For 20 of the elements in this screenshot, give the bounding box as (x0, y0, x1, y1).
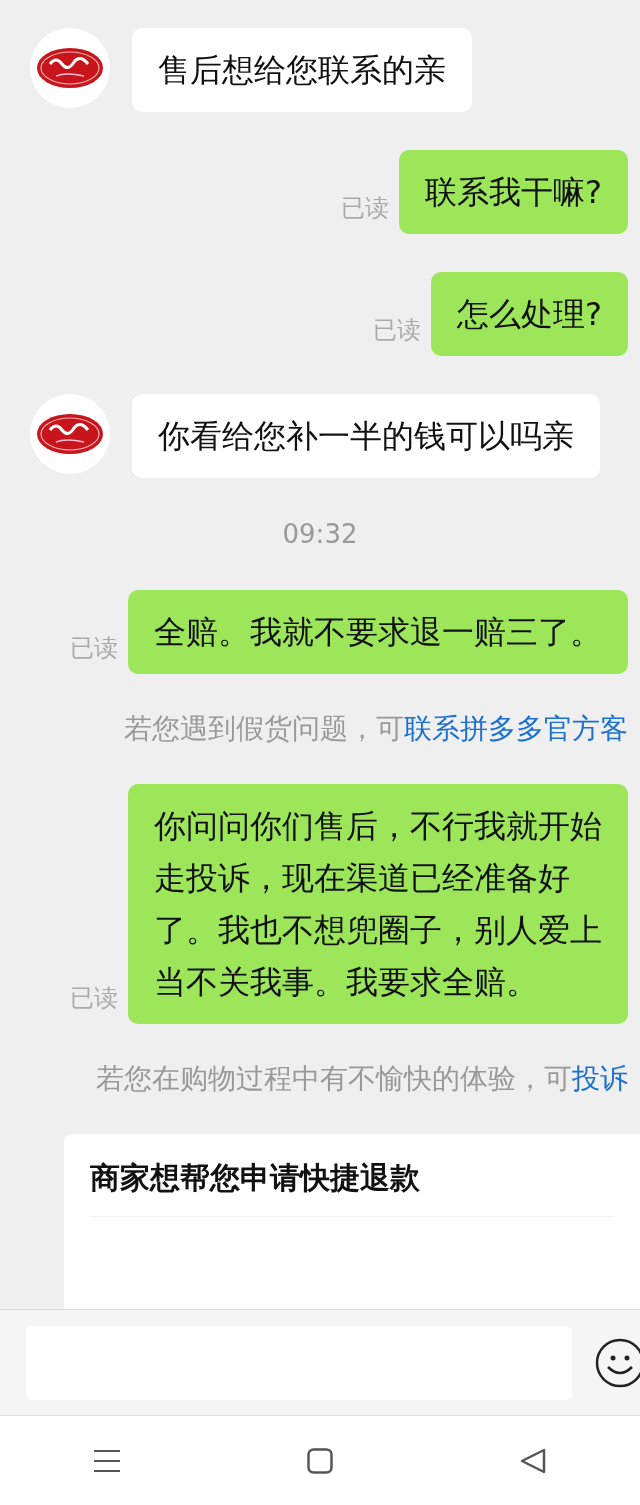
home-icon[interactable] (307, 1447, 333, 1474)
read-status: 已读 (373, 315, 421, 346)
emoji-icon[interactable] (594, 1336, 640, 1389)
service-link[interactable]: 投诉 (572, 1062, 628, 1095)
read-status: 已读 (70, 633, 118, 664)
message-bubble: 你问问你们售后，不行我就开始走投诉，现在渠道已经准备好了。我也不想兜圈子，别人爱上当不关我事。我要求全赔。 (128, 784, 628, 1024)
message-bubble: 售后想给您联系的亲 (132, 28, 472, 112)
service-link[interactable]: 联系拼多多官方客 (404, 712, 628, 745)
system-notice: 若您在购物过程中有不愉快的体验，可投诉 (96, 1062, 628, 1096)
menu-icon[interactable] (93, 1448, 120, 1473)
read-status: 已读 (341, 193, 389, 224)
card-title: 商家想帮您申请快捷退款 (90, 1158, 614, 1217)
message-bubble: 联系我干嘛? (399, 150, 628, 234)
system-notice: 若您遇到假货问题，可联系拼多多官方客 (124, 712, 628, 746)
message-bubble: 你看给您补一半的钱可以吗亲 (132, 394, 600, 478)
message-bubble: 怎么处理? (431, 272, 628, 356)
back-icon[interactable] (520, 1447, 547, 1474)
message-bubble: 全赔。我就不要求退一赔三了。 (128, 590, 628, 674)
read-status: 已读 (70, 983, 118, 1014)
timestamp: 09:32 (282, 518, 358, 551)
